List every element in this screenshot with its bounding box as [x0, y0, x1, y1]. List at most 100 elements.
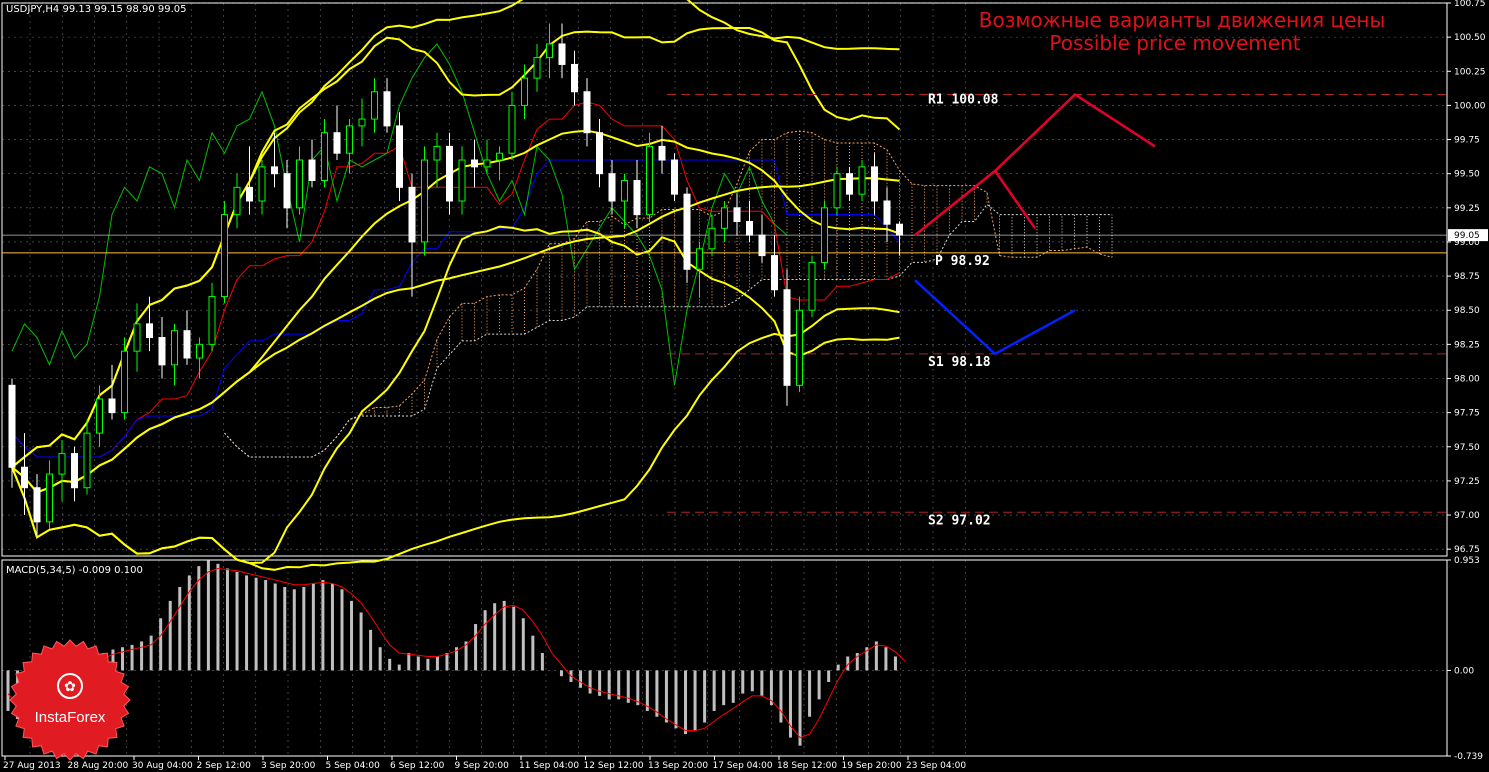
- macd-bar: [483, 610, 487, 671]
- svg-text:✿: ✿: [64, 679, 76, 695]
- macd-bar: [168, 600, 172, 671]
- macd-bar: [750, 670, 754, 692]
- y-tick-label: 97.50: [1454, 443, 1480, 453]
- candle-body: [858, 166, 866, 195]
- pivot-level-label: P 98.92: [935, 254, 990, 269]
- indicator-lines: [11, 0, 1113, 571]
- macd-bar: [302, 586, 306, 671]
- symbol-info: USDJPY,H4 99.13 99.15 98.90 99.05: [6, 4, 187, 15]
- candle-body: [671, 159, 678, 195]
- candle-body: [496, 152, 503, 161]
- ichimoku-cloud: [361, 131, 1113, 417]
- candle-body: [33, 487, 41, 523]
- macd-panel: MACD(5,34,5) -0.009 0.100: [6, 560, 906, 746]
- macd-bar: [884, 647, 888, 671]
- macd-bar: [340, 589, 344, 671]
- candle-body: [383, 91, 391, 127]
- macd-bar: [416, 656, 420, 671]
- candle-body: [358, 118, 366, 127]
- chikou-line: [11, 43, 788, 386]
- macd-bar: [617, 670, 621, 700]
- candle-body: [721, 207, 728, 229]
- candle-body: [71, 453, 78, 489]
- candle-body: [321, 132, 328, 182]
- candle-body: [608, 173, 616, 202]
- macd-bar: [359, 612, 363, 671]
- macd-bar: [407, 653, 411, 671]
- macd-bar: [674, 670, 678, 729]
- candle-body: [8, 384, 16, 468]
- candle-body: [421, 159, 428, 243]
- candle-body: [583, 91, 591, 134]
- current-price-label: 99.05: [1454, 231, 1480, 241]
- macd-title: MACD(5,34,5) -0.009 0.100: [6, 565, 143, 576]
- x-tick-label: 18 Sep 12:00: [777, 761, 837, 771]
- macd-bar: [283, 586, 287, 671]
- candle-body: [171, 330, 178, 366]
- macd-bar: [330, 583, 334, 671]
- scenario-down-path: [914, 279, 1076, 356]
- candle-body: [283, 173, 291, 209]
- y-tick-label: 97.25: [1454, 477, 1480, 487]
- x-tick-label: 17 Sep 04:00: [713, 761, 773, 771]
- candle-body: [621, 180, 628, 202]
- candle-body: [96, 398, 103, 434]
- candle-body: [521, 77, 528, 106]
- macd-bar: [206, 560, 210, 671]
- candle-body: [83, 432, 91, 489]
- x-tick-label: 30 Aug 04:00: [132, 761, 193, 771]
- trading-chart[interactable]: R1 100.08 P 98.92 S1 98.18 S2 97.02 MACD(5,…: [0, 0, 1489, 772]
- pivot-level-label: S2 97.02: [928, 513, 991, 528]
- macd-bar: [225, 568, 229, 671]
- macd-bar: [540, 653, 544, 671]
- macd-bar: [827, 670, 831, 682]
- candle-body: [846, 173, 853, 195]
- macd-bar: [149, 635, 153, 671]
- candle-body: [346, 125, 353, 154]
- candle-body: [333, 132, 341, 154]
- candle-body: [408, 186, 416, 243]
- x-tick-label: 6 Sep 12:00: [390, 761, 445, 771]
- macd-y-tick-label: 0.00: [1454, 666, 1474, 676]
- macd-bar: [607, 670, 611, 700]
- macd-bar: [178, 586, 182, 671]
- macd-bar: [121, 647, 125, 671]
- chart-title-en: Possible price movement: [1049, 31, 1300, 55]
- macd-bar: [579, 670, 583, 688]
- bollinger-mid-1: [11, 177, 900, 494]
- y-tick-label: 97.75: [1454, 409, 1480, 419]
- candle-body: [471, 159, 478, 168]
- macd-bar: [779, 670, 783, 723]
- candle-body: [21, 466, 28, 489]
- candle-body: [183, 330, 191, 359]
- candle-body: [258, 166, 266, 202]
- macd-bar: [235, 571, 239, 671]
- y-tick-label: 100.25: [1454, 67, 1486, 77]
- macd-bar: [245, 575, 249, 671]
- senkou-span-a: [224, 130, 1113, 458]
- macd-bar: [645, 670, 649, 711]
- candle-body: [233, 186, 241, 216]
- x-tick-label: 2 Sep 12:00: [197, 761, 252, 771]
- candle-body: [746, 220, 753, 236]
- macd-bar: [264, 580, 268, 671]
- macd-bar: [521, 618, 525, 671]
- y-tick-label: 98.00: [1454, 374, 1480, 384]
- candle-body: [733, 207, 741, 222]
- y-tick-label: 100.00: [1454, 101, 1486, 111]
- tenkan-line: [11, 101, 900, 458]
- candle-body: [533, 57, 541, 79]
- candle-body: [296, 159, 303, 209]
- macd-bar: [292, 589, 296, 671]
- candle-body: [196, 343, 203, 359]
- x-tick-label: 27 Aug 2013: [3, 761, 61, 771]
- candle-body: [833, 173, 841, 209]
- macd-bar: [893, 656, 897, 671]
- kijun-line: [11, 159, 900, 458]
- macd-bar: [512, 606, 516, 671]
- macd-bar: [731, 670, 735, 703]
- candle-body: [446, 145, 453, 202]
- macd-bar: [655, 670, 659, 717]
- macd-bar: [6, 670, 10, 711]
- macd-bar: [817, 670, 821, 700]
